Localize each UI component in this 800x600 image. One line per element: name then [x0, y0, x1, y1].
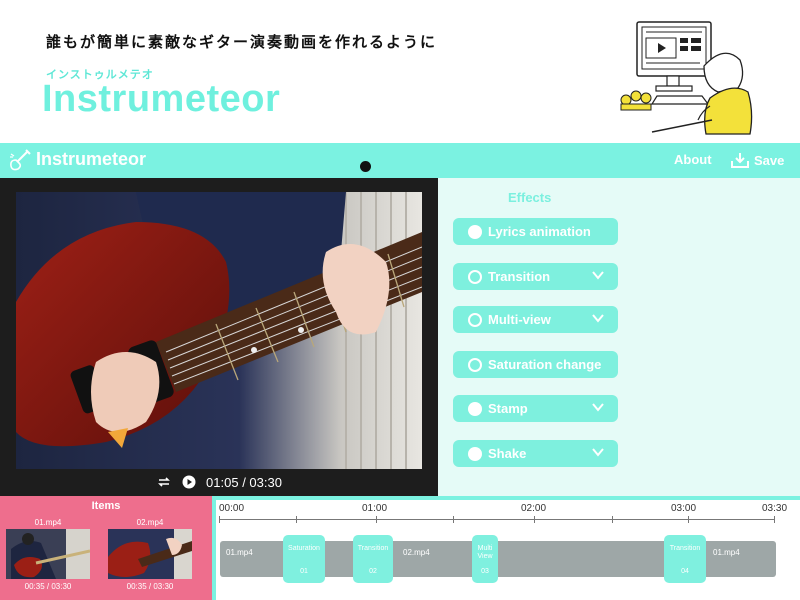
- timeline: 00:00 01:00 02:00 03:00 03:30 01.mp4 02.…: [216, 500, 800, 600]
- media-thumbnail: [6, 529, 90, 579]
- media-item[interactable]: 01.mp4 00:35 / 03:30: [6, 518, 90, 591]
- media-thumbnail: [108, 529, 192, 579]
- radio-selected-icon: [468, 224, 482, 239]
- transition-name: Multi View: [477, 545, 493, 560]
- ruler-tick: [296, 516, 297, 523]
- transition-name: Transition: [357, 545, 389, 552]
- loop-button[interactable]: [156, 476, 172, 488]
- playback-controls: 01:05 / 03:30: [0, 471, 438, 493]
- video-preview[interactable]: [16, 192, 422, 469]
- save-label: Save: [754, 152, 785, 168]
- transition-number: 01: [300, 568, 308, 575]
- transition-number: 02: [369, 568, 377, 575]
- effect-label: Transition: [488, 269, 551, 284]
- ruler-tick: [219, 516, 220, 523]
- about-link[interactable]: About: [674, 152, 712, 167]
- chevron-down-icon[interactable]: [592, 402, 604, 412]
- play-button[interactable]: [182, 475, 196, 489]
- tick-label: 00:00: [219, 503, 245, 514]
- download-icon: [731, 153, 749, 168]
- effect-transition[interactable]: Transition: [453, 263, 618, 290]
- clip-label[interactable]: 02.mp4: [403, 548, 430, 557]
- media-item-name: 01.mp4: [34, 518, 62, 527]
- clip-label[interactable]: 01.mp4: [226, 548, 253, 557]
- tick-label: 01:00: [362, 503, 388, 514]
- effect-label: Lyrics animation: [488, 224, 591, 239]
- transition-number: 03: [481, 568, 489, 575]
- ruler-tick: [534, 516, 535, 523]
- transition-block[interactable]: Saturation 01: [283, 535, 325, 583]
- effects-panel: Effects Lyrics animation Transition Mult…: [438, 178, 800, 496]
- chevron-down-icon[interactable]: [592, 447, 604, 457]
- effect-lyrics-animation[interactable]: Lyrics animation: [453, 218, 618, 245]
- effect-saturation-change[interactable]: Saturation change: [453, 351, 618, 378]
- chevron-down-icon[interactable]: [592, 270, 604, 280]
- media-item-name: 02.mp4: [136, 518, 164, 527]
- effect-label: Stamp: [488, 401, 528, 416]
- tick-label: 02:00: [521, 503, 547, 514]
- effect-multi-view[interactable]: Multi-view: [453, 306, 618, 333]
- tagline: 誰もが簡単に素敵なギター演奏動画を作れるように: [46, 33, 438, 51]
- clip-label[interactable]: 01.mp4: [713, 548, 740, 557]
- effect-label: Multi-view: [488, 312, 551, 327]
- effect-label: Shake: [488, 446, 527, 461]
- play-icon: [182, 475, 196, 489]
- guitar-performance-frame: [16, 192, 422, 469]
- effect-label: Saturation change: [488, 357, 602, 372]
- ruler-tick: [774, 516, 775, 523]
- ruler-tick: [376, 516, 377, 523]
- transition-block[interactable]: Multi View 03: [472, 535, 498, 583]
- effect-shake[interactable]: Shake: [453, 440, 618, 467]
- guitar-logo-icon: [10, 149, 31, 171]
- app-header-bar: Instrumeteor About Save: [0, 143, 800, 178]
- chevron-down-icon[interactable]: [592, 313, 604, 323]
- radio-unselected-icon: [468, 312, 482, 327]
- radio-selected-icon: [468, 446, 482, 461]
- ruler-tick: [688, 516, 689, 523]
- media-item-duration: 00:35 / 03:30: [24, 582, 72, 591]
- transition-block[interactable]: Transition 02: [353, 535, 393, 583]
- transition-name: Saturation: [288, 545, 320, 552]
- media-item-duration: 00:35 / 03:30: [126, 582, 174, 591]
- user-at-computer-illustration: [620, 21, 753, 135]
- playback-time: 01:05 / 03:30: [206, 474, 282, 490]
- loop-icon: [158, 477, 170, 487]
- radio-selected-icon: [468, 401, 482, 416]
- save-button[interactable]: Save: [731, 149, 784, 171]
- transition-number: 04: [681, 568, 689, 575]
- timeline-ruler[interactable]: [219, 519, 775, 520]
- radio-unselected-icon: [468, 357, 482, 372]
- items-panel: Items 01.mp4 00:35 / 03:30 02.mp4 00:35 …: [0, 496, 212, 600]
- tick-label: 03:00: [671, 503, 697, 514]
- effects-title: Effects: [508, 190, 552, 205]
- hero-banner: 誰もが簡単に素敵なギター演奏動画を作れるように インストゥルメテオ Instru…: [0, 0, 800, 143]
- ruler-tick: [612, 516, 613, 523]
- ruler-tick: [453, 516, 454, 523]
- app-title: Instrumeteor: [36, 149, 147, 169]
- transition-name: Transition: [669, 545, 701, 552]
- effect-stamp[interactable]: Stamp: [453, 395, 618, 422]
- video-player: 01:05 / 03:30: [0, 178, 438, 496]
- radio-unselected-icon: [468, 269, 482, 284]
- transition-block[interactable]: Transition 04: [664, 535, 706, 583]
- product-title: Instrumeteor: [42, 78, 281, 120]
- tick-label: 03:30: [762, 503, 788, 514]
- media-item[interactable]: 02.mp4 00:35 / 03:30: [108, 518, 192, 591]
- items-title: Items: [91, 500, 121, 512]
- record-indicator: [360, 161, 371, 172]
